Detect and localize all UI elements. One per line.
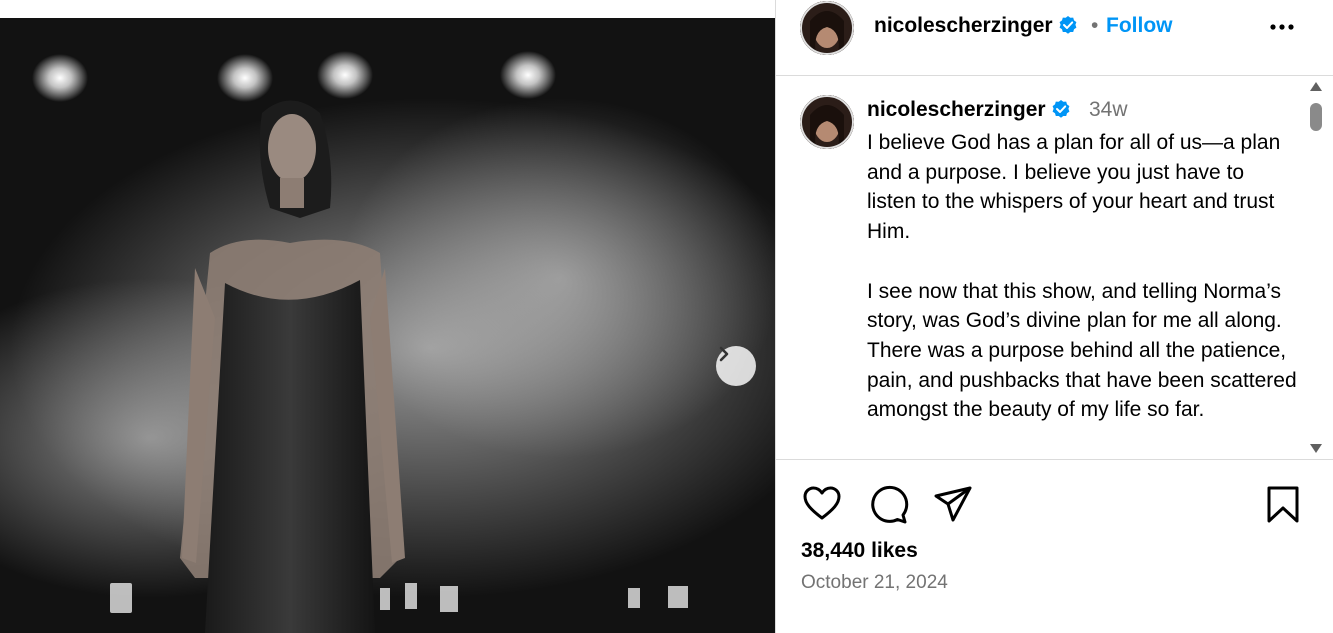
scroll-down-arrow-icon[interactable] xyxy=(1310,444,1322,453)
verified-badge-icon xyxy=(1052,100,1069,118)
username-text: nicolescherzinger xyxy=(874,14,1053,37)
scroll-up-arrow-icon[interactable] xyxy=(1310,82,1322,91)
caption-text: I believe God has a plan for all of us—a… xyxy=(867,131,1297,422)
post-date[interactable]: October 21, 2024 xyxy=(801,572,948,594)
next-image-button[interactable] xyxy=(716,346,756,386)
caption-avatar[interactable] xyxy=(800,95,854,149)
verified-badge-icon xyxy=(1059,16,1076,34)
heart-icon[interactable] xyxy=(800,482,844,526)
comment-icon[interactable] xyxy=(866,482,910,526)
scroll-thumb[interactable] xyxy=(1310,103,1322,131)
top-strip xyxy=(0,0,775,18)
share-icon[interactable] xyxy=(931,482,975,526)
likes-count[interactable]: 38,440 likes xyxy=(801,539,918,563)
avatar[interactable] xyxy=(800,1,854,55)
chevron-right-icon xyxy=(719,346,729,362)
more-options-icon[interactable] xyxy=(1266,14,1298,40)
header-username[interactable]: nicolescherzinger xyxy=(874,14,1078,38)
caption-scrollbar[interactable] xyxy=(1304,78,1328,458)
follow-button[interactable]: Follow xyxy=(1106,14,1173,38)
post-header: nicolescherzinger • Follow xyxy=(776,0,1333,76)
post-time[interactable]: 34w xyxy=(1089,98,1128,122)
bookmark-icon[interactable] xyxy=(1261,482,1305,526)
caption-username[interactable]: nicolescherzinger xyxy=(867,98,1071,122)
separator-dot: • xyxy=(1091,14,1099,37)
post-image[interactable] xyxy=(0,18,775,633)
caption-username-text: nicolescherzinger xyxy=(867,98,1046,121)
caption-area[interactable]: nicolescherzinger 34w I believe God has … xyxy=(776,77,1333,460)
post-side-panel: nicolescherzinger • Follow nicolescherzi… xyxy=(776,0,1333,633)
action-bar xyxy=(776,480,1333,528)
